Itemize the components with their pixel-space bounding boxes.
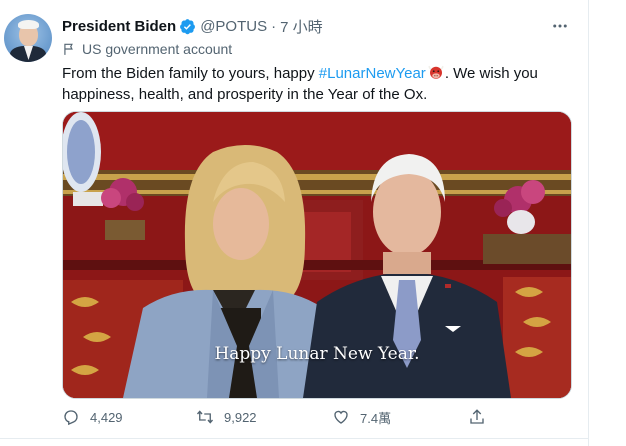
retweet-button[interactable]: 9,922 [196, 402, 257, 432]
ox-emoji-icon [428, 65, 444, 79]
like-count: 7.4萬 [360, 410, 392, 426]
column-border [588, 0, 589, 446]
tweet-actions: 4,429 9,922 7.4萬 [62, 402, 582, 432]
share-icon [470, 409, 484, 424]
video-caption: Happy Lunar New Year. [214, 344, 420, 364]
tweet-header: President Biden @POTUS · 7 小時 [62, 16, 323, 36]
divider [0, 438, 588, 439]
tweet-card: President Biden @POTUS · 7 小時 US governm… [0, 0, 626, 446]
avatar[interactable] [4, 14, 52, 62]
share-button[interactable] [468, 402, 486, 432]
reply-count: 4,429 [90, 409, 123, 425]
more-options-icon[interactable] [551, 17, 569, 35]
account-label[interactable]: US government account [82, 41, 232, 57]
tweet-timestamp[interactable]: 7 小時 [280, 16, 323, 37]
reply-icon [64, 410, 78, 426]
tweet-text-start: From the Biden family to yours, happy [62, 65, 319, 82]
hashtag-link[interactable]: #LunarNewYear [319, 65, 426, 82]
retweet-count: 9,922 [224, 409, 257, 425]
avatar-hair [18, 20, 39, 29]
account-label-row: US government account [62, 40, 232, 58]
user-handle[interactable]: @POTUS [200, 18, 267, 35]
separator-dot: · [271, 17, 277, 35]
flag-icon [64, 43, 73, 55]
tweet-text: From the Biden family to yours, happy #L… [62, 63, 572, 105]
verified-badge-icon[interactable] [179, 18, 196, 35]
like-button[interactable]: 7.4萬 [332, 402, 391, 432]
retweet-icon [196, 410, 214, 424]
heart-icon [334, 410, 348, 424]
video-player[interactable]: Happy Lunar New Year. [62, 111, 572, 399]
reply-button[interactable]: 4,429 [62, 402, 123, 432]
display-name[interactable]: President Biden [62, 18, 176, 35]
